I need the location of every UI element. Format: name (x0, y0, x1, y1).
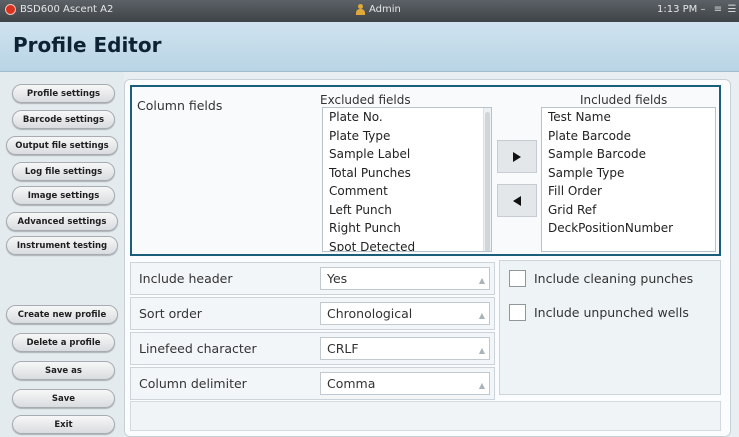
save-button[interactable]: Save (12, 389, 115, 408)
sort-order-row: Sort order Chronological ▲▼ (130, 297, 495, 341)
create-new-profile-button[interactable]: Create new profile (6, 305, 118, 324)
move-to-included-button[interactable] (497, 140, 537, 173)
list-item[interactable]: Fill Order (542, 182, 715, 201)
include-cleaning-punches-checkbox[interactable] (509, 270, 526, 287)
scrollbar-thumb[interactable] (485, 112, 490, 251)
list-item[interactable]: Plate Barcode (542, 127, 715, 146)
list-item[interactable]: Right Punch (323, 219, 491, 238)
include-header-value: Yes (327, 271, 348, 286)
linefeed-character-select[interactable]: CRLF ▲▼ (320, 337, 490, 376)
sort-order-select[interactable]: Chronological ▲▼ (320, 302, 490, 341)
sort-order-value: Chronological (327, 306, 413, 321)
app-title: BSD600 Ascent A2 (5, 4, 113, 15)
app-title-text: BSD600 Ascent A2 (20, 4, 114, 15)
minimize-icon[interactable]: – (697, 3, 709, 17)
include-header-label: Include header (139, 271, 233, 286)
include-unpunched-wells-checkbox[interactable] (509, 304, 526, 321)
list-item[interactable]: Sample Type (542, 164, 715, 183)
linefeed-character-label: Linefeed character (139, 341, 257, 356)
restore-icon[interactable]: ≡ (712, 3, 724, 17)
title-bar: BSD600 Ascent A2 Admin 1:13 PM – ≡ ☰ (0, 0, 739, 22)
list-item[interactable]: Total Punches (323, 164, 491, 183)
page-title: Profile Editor (13, 33, 162, 57)
log-file-settings-button[interactable]: Log file settings (12, 162, 115, 181)
menu-icon[interactable]: ☰ (726, 3, 738, 17)
list-item[interactable]: Grid Ref (542, 201, 715, 220)
include-header-row: Include header Yes ▲▼ (130, 262, 495, 306)
include-header-select[interactable]: Yes ▲▼ (320, 267, 490, 306)
excluded-fields-header: Excluded fields (320, 93, 411, 107)
save-as-button[interactable]: Save as (12, 361, 115, 380)
arrow-left-icon (513, 195, 521, 206)
profile-settings-button[interactable]: Profile settings (12, 84, 115, 103)
delete-profile-button[interactable]: Delete a profile (12, 333, 115, 352)
linefeed-character-row: Linefeed character CRLF ▲▼ (130, 332, 495, 376)
barcode-settings-button[interactable]: Barcode settings (12, 110, 115, 129)
include-unpunched-wells-label: Include unpunched wells (534, 305, 689, 320)
include-cleaning-punches-label: Include cleaning punches (534, 271, 694, 286)
included-fields-list[interactable]: Test Name Plate Barcode Sample Barcode S… (541, 107, 716, 252)
list-item[interactable]: Test Name (542, 108, 715, 127)
column-delimiter-label: Column delimiter (139, 376, 247, 391)
sort-order-label: Sort order (139, 306, 202, 321)
bottom-panel (130, 401, 721, 431)
column-delimiter-row: Column delimiter Comma ▲▼ (130, 367, 495, 411)
list-item[interactable]: Sample Barcode (542, 145, 715, 164)
clock: 1:13 PM (657, 4, 698, 15)
output-file-settings-button[interactable]: Output file settings (6, 136, 118, 155)
image-settings-button[interactable]: Image settings (12, 186, 115, 205)
list-item[interactable]: Sample Label (323, 145, 491, 164)
page-header: Profile Editor (0, 22, 739, 72)
column-delimiter-value: Comma (327, 376, 376, 391)
list-item[interactable]: Comment (323, 182, 491, 201)
current-user[interactable]: Admin (356, 4, 401, 15)
app-logo-icon (5, 4, 16, 15)
list-item[interactable]: Plate No. (323, 108, 491, 127)
linefeed-character-value: CRLF (327, 341, 359, 356)
excluded-list-scrollbar[interactable] (483, 108, 491, 251)
include-cleaning-punches-option[interactable]: Include cleaning punches (509, 270, 693, 287)
arrow-right-icon (513, 151, 521, 162)
list-item[interactable]: Plate Type (323, 127, 491, 146)
column-fields-label: Column fields (137, 98, 223, 113)
include-unpunched-wells-option[interactable]: Include unpunched wells (509, 304, 689, 321)
excluded-fields-list[interactable]: Plate No. Plate Type Sample Label Total … (322, 107, 492, 252)
list-item[interactable]: Left Punch (323, 201, 491, 220)
instrument-testing-button[interactable]: Instrument testing (6, 236, 118, 255)
list-item[interactable]: Spot Detected (323, 238, 491, 252)
advanced-settings-button[interactable]: Advanced settings (6, 212, 118, 231)
column-delimiter-select[interactable]: Comma ▲▼ (320, 372, 490, 411)
user-icon (356, 4, 365, 15)
list-item[interactable]: DeckPositionNumber (542, 219, 715, 238)
included-fields-header: Included fields (580, 93, 668, 107)
exit-button[interactable]: Exit (12, 415, 115, 434)
move-to-excluded-button[interactable] (497, 184, 537, 217)
user-name: Admin (369, 4, 401, 15)
